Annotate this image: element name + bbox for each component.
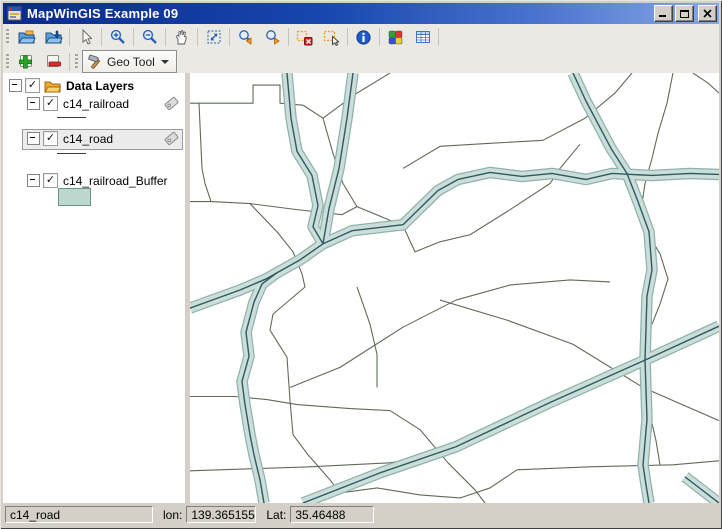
layer-row-road[interactable]: ✓ c14_road (27, 130, 179, 147)
layers-tree-panel: ✓ Data Layers ✓ c14_railroad (3, 73, 185, 503)
road-line-symbol[interactable] (57, 153, 86, 154)
zoom-full-extent-button[interactable] (200, 26, 227, 48)
folder-icon (44, 79, 61, 93)
legend-colors-button[interactable] (382, 26, 409, 48)
layer-checkbox[interactable]: ✓ (43, 96, 58, 111)
zoom-full-extent-icon (206, 29, 222, 45)
layer-label[interactable]: c14_road (63, 132, 113, 146)
status-bar: c14_road lon: 139.365155 Lat: 35.46488 (3, 503, 719, 526)
toolbar-separator (101, 28, 102, 46)
toolbar-separator (165, 28, 166, 46)
toolbar-grip[interactable] (6, 29, 9, 45)
buffer-fill-symbol[interactable] (58, 188, 91, 206)
tag-icon[interactable] (164, 96, 179, 111)
tree-root-label[interactable]: Data Layers (66, 79, 134, 93)
pan-button[interactable] (168, 26, 195, 48)
close-button[interactable] (698, 5, 717, 22)
lon-value: 139.365155 (191, 508, 254, 522)
select-by-box-button[interactable] (318, 26, 345, 48)
legend-colors-icon (388, 30, 403, 45)
window-title: MapWinGIS Example 09 (27, 6, 652, 21)
map-svg (190, 73, 719, 503)
zoom-out-icon (142, 29, 158, 45)
layer-checkbox[interactable]: ✓ (43, 131, 58, 146)
root-checkbox[interactable]: ✓ (25, 78, 40, 93)
toolbar-separator (379, 28, 380, 46)
zoom-next-button[interactable] (259, 26, 286, 48)
zoom-in-icon (110, 29, 126, 45)
identify-button[interactable] (350, 26, 377, 48)
toolbar-separator (197, 28, 198, 46)
minimize-button[interactable] (654, 5, 673, 22)
app-icon (7, 6, 23, 22)
lat-value: 35.46488 (295, 508, 345, 522)
close-icon (703, 9, 712, 18)
toolbar-grip[interactable] (75, 54, 78, 70)
toolbar-separator (69, 53, 70, 71)
zoom-previous-button[interactable] (232, 26, 259, 48)
select-by-box-icon (323, 29, 340, 46)
remove-layer-button[interactable] (40, 51, 67, 73)
status-lat-panel: 35.46488 (290, 506, 374, 523)
add-layer-icon (19, 54, 35, 70)
status-lon-panel: 139.365155 (186, 506, 256, 523)
map-viewport[interactable] (190, 73, 719, 503)
zoom-in-button[interactable] (104, 26, 131, 48)
remove-layer-icon (46, 54, 62, 70)
collapse-icon[interactable] (27, 174, 40, 187)
geo-tool-label: Geo Tool (107, 55, 155, 69)
app-window: MapWinGIS Example 09 (0, 0, 722, 529)
open-project-button[interactable] (13, 26, 40, 48)
main-toolbar (3, 24, 719, 51)
toolbar-separator (347, 28, 348, 46)
zoom-out-button[interactable] (136, 26, 163, 48)
identify-info-icon (356, 30, 371, 45)
title-bar[interactable]: MapWinGIS Example 09 (3, 3, 719, 24)
layer-row-railroad[interactable]: ✓ c14_railroad (27, 95, 179, 112)
open-project-icon (18, 30, 36, 45)
tag-icon[interactable] (164, 131, 179, 146)
status-layer-panel: c14_road (5, 506, 153, 523)
chevron-down-icon (161, 60, 169, 64)
toolbar-separator (438, 28, 439, 46)
toolbar-separator (229, 28, 230, 46)
toolbar-grip[interactable] (6, 54, 9, 70)
content-area: ✓ Data Layers ✓ c14_railroad (3, 73, 719, 503)
attribute-table-icon (415, 30, 431, 44)
layer-row-railroad-buffer[interactable]: ✓ c14_railroad_Buffer (27, 172, 183, 189)
maximize-icon (680, 9, 689, 18)
tree-root-row[interactable]: ✓ Data Layers (9, 77, 183, 94)
minimize-icon (659, 9, 668, 18)
toolbar-separator (288, 28, 289, 46)
lat-label: Lat: (266, 508, 286, 522)
railroad-line-symbol[interactable] (57, 117, 86, 118)
clear-selection-icon (296, 29, 313, 46)
lon-label: lon: (163, 508, 182, 522)
zoom-next-icon (264, 29, 281, 45)
collapse-icon[interactable] (27, 132, 40, 145)
geo-tool-dropdown[interactable]: Geo Tool (82, 50, 177, 73)
pan-hand-icon (174, 29, 189, 45)
geo-toolbar: Geo Tool (3, 50, 719, 74)
collapse-icon[interactable] (27, 97, 40, 110)
status-layer-name: c14_road (10, 508, 60, 522)
add-layer-button[interactable] (13, 51, 40, 73)
collapse-icon[interactable] (9, 79, 22, 92)
select-cursor-button[interactable] (72, 26, 99, 48)
zoom-previous-icon (237, 29, 254, 45)
toolbar-separator (69, 28, 70, 46)
open-layer-icon (45, 30, 63, 45)
toolbar-separator (133, 28, 134, 46)
clear-selection-button[interactable] (291, 26, 318, 48)
layer-label[interactable]: c14_railroad (63, 97, 129, 111)
layer-label[interactable]: c14_railroad_Buffer (63, 174, 168, 188)
layer-checkbox[interactable]: ✓ (43, 173, 58, 188)
attribute-table-button[interactable] (409, 26, 436, 48)
geo-tool-hammer-icon (87, 54, 103, 70)
select-cursor-icon (80, 29, 92, 45)
open-layer-button[interactable] (40, 26, 67, 48)
maximize-button[interactable] (675, 5, 694, 22)
